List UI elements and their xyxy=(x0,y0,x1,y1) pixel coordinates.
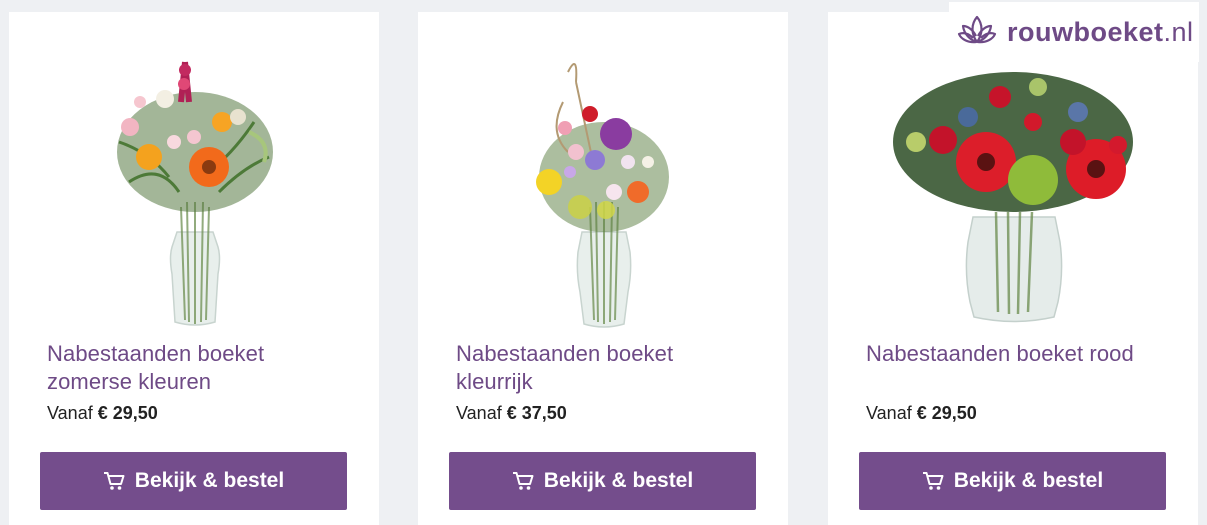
product-price: Vanaf € 29,50 xyxy=(866,403,977,424)
product-title[interactable]: Nabestaanden boeket zomerse kleuren xyxy=(47,340,347,396)
lotus-icon xyxy=(957,14,997,51)
product-title[interactable]: Nabestaanden boeket rood xyxy=(866,340,1166,368)
button-label: Bekijk & bestel xyxy=(134,469,285,492)
button-label: Bekijk & bestel xyxy=(543,469,694,492)
button-label: Bekijk & bestel xyxy=(953,469,1104,492)
colorful-bouquet-image[interactable] xyxy=(418,42,788,332)
product-card[interactable]: Nabestaanden boeket zomerse kleuren Vana… xyxy=(9,12,379,525)
price-amount: € 29,50 xyxy=(97,403,158,423)
view-and-order-button[interactable]: Bekijk & bestel xyxy=(449,452,756,510)
site-logo[interactable]: rouwboeket.nl xyxy=(949,2,1199,62)
red-bouquet-image[interactable] xyxy=(828,42,1198,332)
price-amount: € 29,50 xyxy=(916,403,977,423)
product-title[interactable]: Nabestaanden boeket kleurrijk xyxy=(456,340,756,396)
cart-icon xyxy=(103,471,125,491)
product-card[interactable]: Nabestaanden boeket rood Vanaf € 29,50 B… xyxy=(828,12,1198,525)
price-prefix: Vanaf xyxy=(47,403,93,423)
view-and-order-button[interactable]: Bekijk & bestel xyxy=(40,452,347,510)
logo-tld: .nl xyxy=(1163,16,1194,47)
price-prefix: Vanaf xyxy=(866,403,912,423)
product-price: Vanaf € 29,50 xyxy=(47,403,158,424)
logo-brand: rouwboeket xyxy=(1007,16,1164,47)
price-prefix: Vanaf xyxy=(456,403,502,423)
cart-icon xyxy=(922,471,944,491)
view-and-order-button[interactable]: Bekijk & bestel xyxy=(859,452,1166,510)
logo-text: rouwboeket.nl xyxy=(1007,17,1194,48)
product-card[interactable]: Nabestaanden boeket kleurrijk Vanaf € 37… xyxy=(418,12,788,525)
product-price: Vanaf € 37,50 xyxy=(456,403,567,424)
price-amount: € 37,50 xyxy=(506,403,567,423)
cart-icon xyxy=(512,471,534,491)
mixed-summer-bouquet-image[interactable] xyxy=(9,42,379,332)
